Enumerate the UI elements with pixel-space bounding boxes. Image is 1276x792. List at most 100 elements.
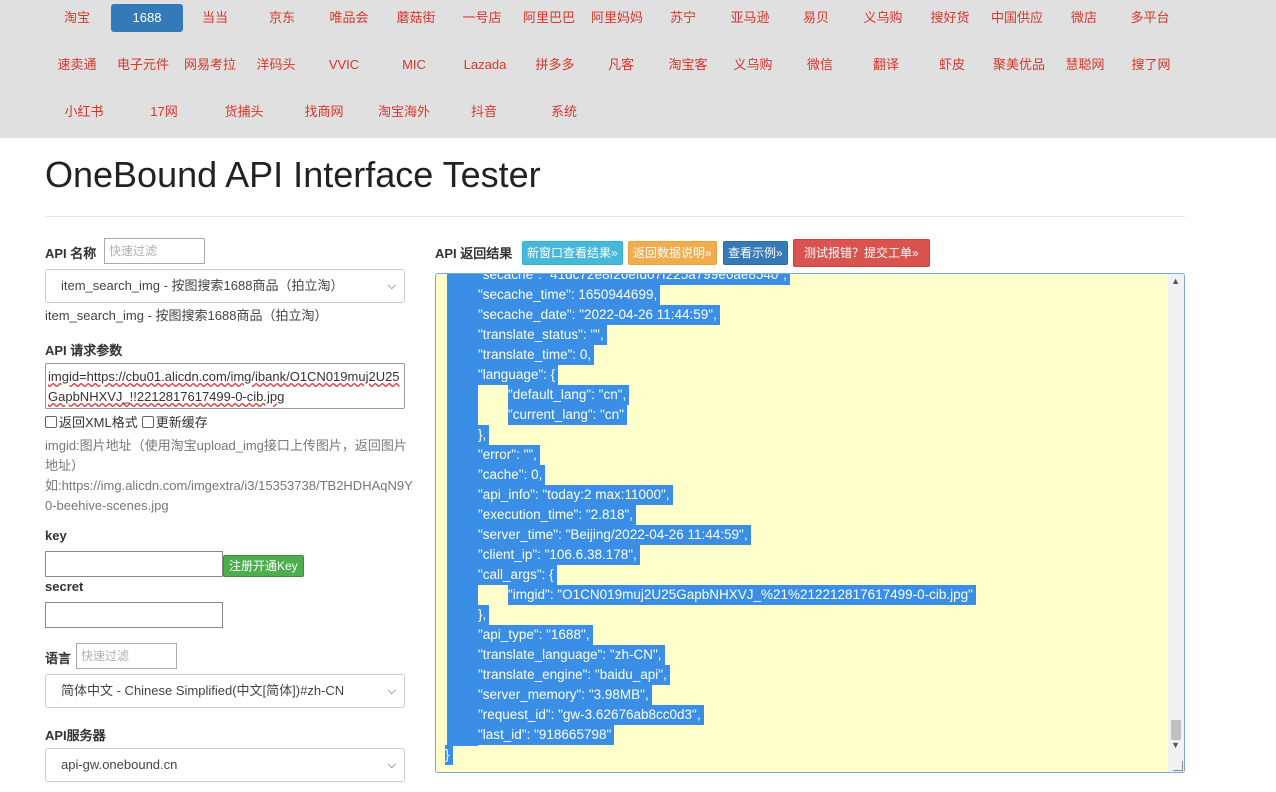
nav-item[interactable]: 洋码头 xyxy=(240,51,312,79)
result-json-line: "current_lang": "cn" xyxy=(508,405,627,425)
result-json-line: "error": "", xyxy=(478,445,540,465)
result-json-line: "translate_status": "", xyxy=(478,325,607,345)
secret-input[interactable] xyxy=(45,602,223,628)
result-json-line: "server_time": "Beijing/2022-04-26 11:44… xyxy=(478,525,751,545)
nav-item[interactable]: 中国供应 xyxy=(981,4,1053,32)
nav-item[interactable]: 微信 xyxy=(784,51,856,79)
result-json-line: }, xyxy=(478,425,490,445)
nav-item[interactable]: 网易考拉 xyxy=(174,51,246,79)
nav-item[interactable]: 拼多多 xyxy=(519,51,591,79)
nav-item[interactable]: 一号店 xyxy=(446,4,518,32)
nav-item[interactable]: 抖音 xyxy=(448,98,520,126)
new-window-result-button[interactable]: 新窗口查看结果» xyxy=(522,241,623,265)
nav-item[interactable]: 虾皮 xyxy=(916,51,988,79)
nav-item[interactable]: 搜好货 xyxy=(914,4,986,32)
result-json-line: "cache": 0, xyxy=(478,465,546,485)
nav-item[interactable]: MIC xyxy=(378,51,450,79)
language-filter-input[interactable] xyxy=(76,643,177,669)
result-label: API 返回结果 xyxy=(435,246,513,261)
result-json-line: "imgid": "O1CN019muj2U25GapbNHXVJ_%21%21… xyxy=(508,585,976,605)
nav-item[interactable]: 阿里巴巴 xyxy=(513,4,585,32)
result-json-line: "client_ip": "106.6.38.178", xyxy=(478,545,640,565)
nav-item[interactable]: 唯品会 xyxy=(313,4,385,32)
nav-item[interactable]: 搜了网 xyxy=(1115,51,1187,79)
result-json-line: "execution_time": "2.818", xyxy=(478,505,637,525)
scroll-thumb[interactable] xyxy=(1171,720,1181,740)
params-hint-example-line1: 如:https://img.alicdn.com/imgextra/i3/153… xyxy=(45,478,413,493)
nav-item[interactable]: 1688 xyxy=(111,4,183,32)
nav-item[interactable]: 当当 xyxy=(179,4,251,32)
result-json-line: "call_args": { xyxy=(478,565,557,585)
api-name-label: API 名称 xyxy=(45,246,97,261)
nav-item[interactable]: 速卖通 xyxy=(41,51,113,79)
server-select[interactable]: api-gw.onebound.cn ⌵ xyxy=(45,748,405,782)
scroll-down-icon[interactable]: ▼ xyxy=(1171,740,1180,750)
nav-item[interactable]: Lazada xyxy=(449,51,521,79)
nav-item[interactable]: 淘宝 xyxy=(41,4,113,32)
nav-item[interactable]: 找商网 xyxy=(288,98,360,126)
register-key-button[interactable]: 注册开通Key xyxy=(223,555,304,577)
nav-item[interactable]: 亚马逊 xyxy=(714,4,786,32)
language-selected-value: 简体中文 - Chinese Simplified(中文[简体])#zh-CN xyxy=(61,683,345,698)
nav-item[interactable]: 淘宝海外 xyxy=(368,98,440,126)
scroll-up-icon[interactable]: ▲ xyxy=(1171,276,1180,286)
chevron-down-icon: ⌵ xyxy=(387,280,396,292)
result-json-line: "default_lang": "cn", xyxy=(508,385,630,405)
server-selected-value: api-gw.onebound.cn xyxy=(61,757,178,772)
report-issue-button[interactable]: 测试报错？提交工单» xyxy=(793,239,930,267)
result-json-line: "language": { xyxy=(478,365,559,385)
api-name-description: item_search_img - 按图搜索1688商品（拍立淘） xyxy=(45,308,328,323)
nav-item[interactable]: VVIC xyxy=(308,51,380,79)
refresh-cache-checkbox-label: 更新缓存 xyxy=(155,415,208,430)
view-example-button[interactable]: 查看示例» xyxy=(723,241,788,265)
nav-item[interactable]: 义乌购 xyxy=(847,4,919,32)
nav-item[interactable]: 淘宝客 xyxy=(652,51,724,79)
data-doc-button[interactable]: 返回数据说明» xyxy=(628,241,717,265)
key-input[interactable] xyxy=(45,551,223,577)
params-textarea[interactable]: imgid=https://cbu01.alicdn.com/img/ibank… xyxy=(45,363,405,409)
api-name-filter-input[interactable] xyxy=(104,238,205,264)
result-json-line: }, xyxy=(478,605,490,625)
nav-item[interactable]: 多平台 xyxy=(1114,4,1186,32)
nav-item[interactable]: 系统 xyxy=(528,98,600,126)
result-json-line: "api_type": "1688", xyxy=(478,625,593,645)
nav-item[interactable]: 电子元件 xyxy=(107,51,179,79)
language-select[interactable]: 简体中文 - Chinese Simplified(中文[简体])#zh-CN … xyxy=(45,674,405,708)
nav-item[interactable]: 聚美优品 xyxy=(983,51,1055,79)
options-row: 返回XML格式 更新缓存 xyxy=(45,412,208,431)
nav-item[interactable]: 京东 xyxy=(246,4,318,32)
language-label: 语言 xyxy=(45,651,72,666)
secret-label: secret xyxy=(45,579,84,594)
nav-item[interactable]: 翻译 xyxy=(850,51,922,79)
divider xyxy=(45,216,1185,217)
result-json-line: "request_id": "gw-3.62676ab8cc0d3", xyxy=(478,705,704,725)
nav-item[interactable]: 17网 xyxy=(128,98,200,126)
result-scrollbar[interactable]: ▲ ▼ xyxy=(1168,274,1184,772)
params-hint-example-line2: 0-beehive-scenes.jpg xyxy=(45,498,169,513)
nav-item[interactable]: 微店 xyxy=(1048,4,1120,32)
nav-item[interactable]: 义乌购 xyxy=(717,51,789,79)
params-label: API 请求参数 xyxy=(45,343,123,358)
params-hint: imgid:图片地址（使用淘宝upload_img接口上传图片，返回图片地址） xyxy=(45,438,407,473)
api-name-select[interactable]: item_search_img - 按图搜索1688商品（拍立淘） ⌵ xyxy=(45,269,405,303)
nav-item[interactable]: 慧聪网 xyxy=(1049,51,1121,79)
nav-item[interactable]: 易贝 xyxy=(780,4,852,32)
nav-item[interactable]: 货捕头 xyxy=(208,98,280,126)
key-label: key xyxy=(45,528,67,543)
result-json-line: "server_memory": "3.98MB", xyxy=(478,685,652,705)
resize-handle-icon[interactable] xyxy=(1173,761,1183,771)
xml-checkbox[interactable] xyxy=(45,415,57,428)
nav-item[interactable]: 小红书 xyxy=(48,98,120,126)
nav-item[interactable]: 蘑菇街 xyxy=(380,4,452,32)
nav-item[interactable]: 苏宁 xyxy=(647,4,719,32)
nav-item[interactable]: 阿里妈妈 xyxy=(581,4,653,32)
result-json-line: "translate_language": "zh-CN", xyxy=(478,645,665,665)
result-json-line: "last_id": "918665798" xyxy=(478,725,615,745)
page-title: OneBound API Interface Tester xyxy=(45,154,541,195)
result-textarea[interactable]: ▲ ▼ "secache": "41dc72e8f26efd07f225a799… xyxy=(435,273,1185,773)
nav-item[interactable]: 凡客 xyxy=(585,51,657,79)
refresh-cache-checkbox[interactable] xyxy=(141,415,154,428)
chevron-down-icon: ⌵ xyxy=(387,759,396,771)
result-json-line: "secache": "41dc72e8f26efd07f225a799e6ae… xyxy=(478,274,790,285)
top-nav: 淘宝 1688 当当 京东 唯品会 蘑菇街 一号店 阿里巴巴 阿里妈妈 苏宁 亚马逊 易贝 义乌购 搜好货… xyxy=(0,0,1276,138)
